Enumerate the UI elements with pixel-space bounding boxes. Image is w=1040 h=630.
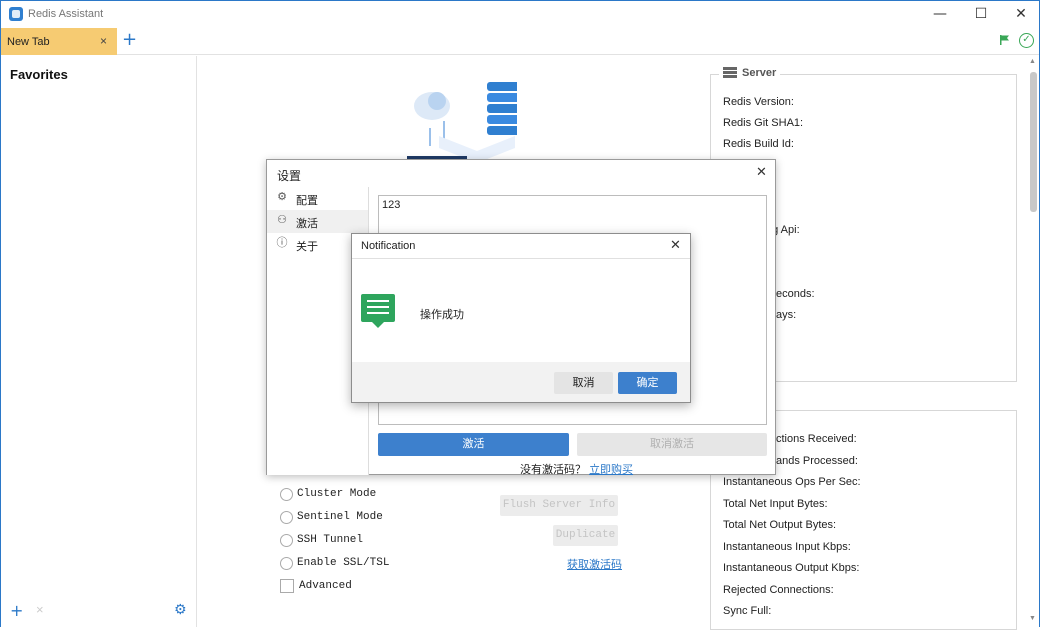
- stats-field: Rejected Connections:: [723, 584, 834, 596]
- activation-key-value: 123: [382, 199, 401, 211]
- server-field: Redis Version:: [723, 96, 794, 108]
- tab-label: New Tab: [7, 36, 50, 48]
- stats-field: Instantaneous Input Kbps:: [723, 541, 851, 553]
- server-field: ays:: [776, 309, 797, 321]
- enable-ssl-radio[interactable]: [280, 557, 293, 570]
- server-group-title: Server: [719, 67, 781, 79]
- app-icon: [9, 7, 23, 21]
- stats-field: Sync Full:: [723, 605, 772, 617]
- add-favorite-button[interactable]: +: [10, 601, 23, 620]
- stats-field: Instantaneous Output Kbps:: [723, 562, 860, 574]
- stats-field: Total Net Output Bytes:: [723, 519, 837, 531]
- scroll-up-icon[interactable]: ▲: [1029, 58, 1036, 65]
- minimize-button[interactable]: —: [918, 1, 962, 27]
- notification-header: Notification ✕: [352, 234, 690, 259]
- cluster-mode-label: Cluster Mode: [297, 488, 377, 500]
- enable-ssl-label: Enable SSL/TSL: [297, 557, 390, 569]
- no-code-label: 没有激活码？: [520, 464, 586, 476]
- scroll-thumb[interactable]: [1030, 72, 1037, 212]
- advanced-label: Advanced: [299, 580, 352, 592]
- stats-field: Instantaneous Ops Per Sec:: [723, 476, 861, 488]
- tab-close-icon[interactable]: ×: [100, 34, 107, 48]
- title-bar: Redis Assistant — ☐ ✕: [1, 1, 1039, 27]
- notification-close-icon[interactable]: ✕: [670, 238, 681, 253]
- vertical-scrollbar[interactable]: ▲ ▼: [1028, 56, 1039, 627]
- stats-field: ctions Received:: [776, 433, 857, 445]
- sentinel-mode-radio[interactable]: [280, 511, 293, 524]
- settings-gear-icon[interactable]: ⚙: [174, 602, 187, 618]
- scroll-down-icon[interactable]: ▼: [1029, 615, 1036, 622]
- sidebar-toolbar: + × ⚙: [1, 599, 196, 627]
- app-window: Redis Assistant — ☐ ✕ New Tab × + ✓ Favo…: [0, 0, 1040, 630]
- buy-now-link[interactable]: 立即购买: [589, 464, 633, 476]
- server-field: econds:: [776, 288, 815, 300]
- nav-item-label: 关于: [296, 241, 318, 253]
- connection-status-icon[interactable]: ✓: [1019, 33, 1034, 48]
- flag-icon[interactable]: [1000, 35, 1010, 45]
- nav-item-label: 激活: [296, 218, 318, 230]
- stats-field: Total Net Input Bytes:: [723, 498, 828, 510]
- user-icon: ⚇: [277, 213, 287, 226]
- cluster-mode-radio[interactable]: [280, 488, 293, 501]
- server-field: Redis Build Id:: [723, 138, 794, 150]
- server-icon: [723, 67, 737, 79]
- get-activation-code-link[interactable]: 获取激活码: [567, 556, 622, 572]
- settings-dialog-title: 设置: [277, 169, 302, 183]
- info-icon: ⓘ: [276, 236, 288, 249]
- notification-cancel-button[interactable]: 取消: [554, 372, 613, 394]
- sentinel-mode-label: Sentinel Mode: [297, 511, 383, 523]
- favorites-sidebar: Favorites + × ⚙: [1, 56, 197, 627]
- flush-server-info-button[interactable]: Flush Server Info: [500, 495, 618, 516]
- ssh-tunnel-label: SSH Tunnel: [297, 534, 364, 546]
- favorites-title: Favorites: [10, 67, 68, 82]
- duplicate-button[interactable]: Duplicate: [553, 525, 618, 546]
- server-field: Redis Git SHA1:: [723, 117, 804, 129]
- notification-dialog: Notification ✕ 操作成功 取消 确定: [351, 233, 691, 403]
- settings-close-icon[interactable]: ✕: [756, 165, 767, 180]
- tab-new-tab[interactable]: New Tab ×: [1, 28, 117, 55]
- nav-item-activation[interactable]: ⚇ 激活: [267, 210, 368, 233]
- server-title: Server: [742, 67, 777, 79]
- nav-item-config[interactable]: ⚙ 配置: [267, 187, 368, 210]
- no-code-text: 没有激活码？ 立即购买: [520, 461, 633, 477]
- close-window-button[interactable]: ✕: [999, 1, 1040, 27]
- stats-field: ands Processed:: [776, 455, 858, 467]
- add-tab-button[interactable]: +: [122, 29, 137, 50]
- nav-item-label: 配置: [296, 195, 318, 207]
- remove-favorite-button[interactable]: ×: [36, 602, 44, 617]
- app-title: Redis Assistant: [28, 8, 104, 20]
- advanced-checkbox[interactable]: [280, 579, 294, 593]
- tab-bar: New Tab × + ✓: [1, 27, 1039, 55]
- deactivate-button[interactable]: 取消激活: [577, 433, 767, 456]
- gear-icon: ⚙: [277, 190, 287, 203]
- notification-title: Notification: [361, 240, 416, 252]
- notification-message: 操作成功: [420, 309, 464, 321]
- maximize-button[interactable]: ☐: [959, 1, 1003, 27]
- activate-button[interactable]: 激活: [378, 433, 569, 456]
- ssh-tunnel-radio[interactable]: [280, 534, 293, 547]
- notification-footer: 取消 确定: [352, 362, 690, 402]
- notification-ok-button[interactable]: 确定: [618, 372, 677, 394]
- message-icon: [361, 294, 395, 328]
